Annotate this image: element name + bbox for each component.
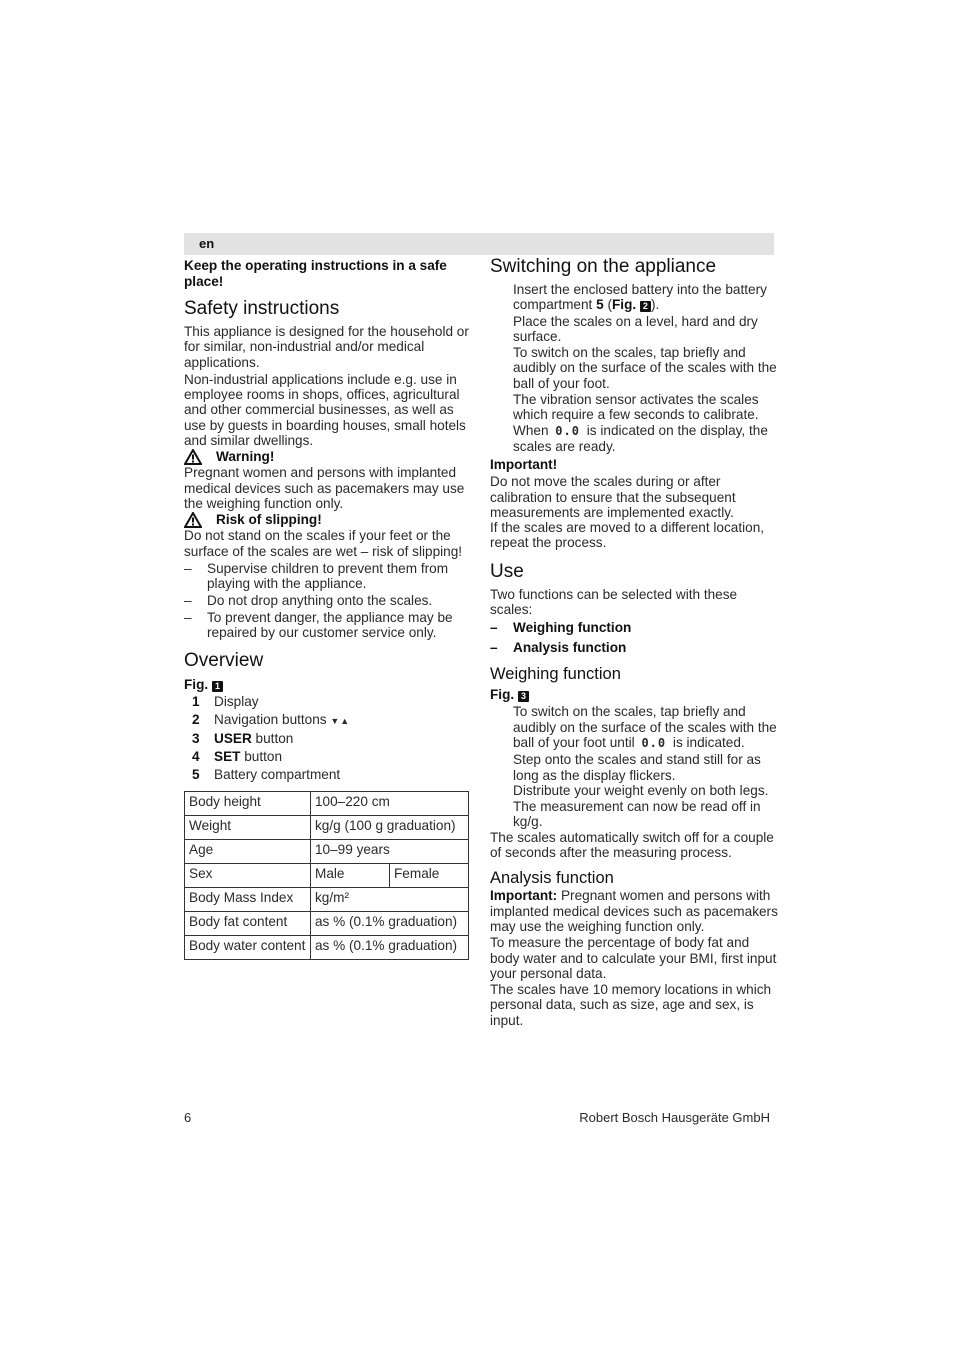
figure-reference: Fig. 1 [184, 676, 470, 693]
table-row: Sex Male Female [184, 862, 469, 888]
figure-number-badge: 3 [517, 691, 529, 703]
safety-instructions-heading: Safety instructions [184, 298, 340, 319]
list-item: 5 Battery compartment [192, 767, 341, 783]
figure-reference: Fig. 3 [490, 686, 778, 703]
figure-label: Fig. [184, 676, 209, 692]
table-row: Body water content as % (0.1% graduation… [184, 934, 469, 960]
switching-on-heading: Switching on the appliance [490, 256, 717, 277]
table-row: Body Mass Index kg/m² [184, 886, 469, 912]
list-item: To prevent danger, the appliance may be … [184, 610, 470, 641]
weighing-function-heading: Weighing function [490, 665, 621, 684]
weighing-step-2: Step onto the scales and stand still for… [513, 752, 761, 783]
list-item: 2 Navigation buttons ▼▲ [192, 711, 351, 727]
page-number: 6 [184, 1110, 192, 1125]
weighing-step-1: To switch on the scales, tap briefly and… [513, 704, 777, 750]
figure-number-badge: 2 [639, 301, 651, 313]
weighing-step-4: The measurement can now be read off in k… [513, 799, 761, 830]
figure-number-badge: 1 [211, 680, 223, 692]
analysis-para-2: The scales have 10 memory locations in w… [490, 982, 772, 1028]
warning-triangle-icon [184, 511, 202, 528]
warning-triangle-icon [184, 448, 202, 465]
slip-heading: Risk of slipping! [184, 511, 470, 528]
navigation-arrows-icon: ▼▲ [330, 715, 351, 726]
safety-para-2: Non-industrial applications include e.g.… [184, 371, 466, 449]
use-intro: Two functions can be selected with these… [490, 586, 738, 618]
safety-bullet-list: Supervise children to prevent them from … [184, 561, 470, 640]
list-item: 4 SET button [192, 749, 283, 765]
warning-heading: Warning! [184, 448, 470, 465]
table-row: Body fat content as % (0.1% graduation) [184, 910, 469, 936]
lcd-display-reading: 0.0 [641, 735, 667, 750]
table-row: Body height 100–220 cm [184, 790, 469, 816]
safety-para-1: This appliance is designed for the house… [184, 324, 469, 370]
switching-step-1: Insert the enclosed battery into the bat… [513, 282, 767, 313]
important-label: Important! [490, 457, 558, 473]
table-row: Age 10–99 years [184, 838, 469, 864]
use-heading: Use [490, 560, 524, 582]
table-row: Weight kg/g (100 g graduation) [184, 814, 469, 840]
auto-off-note: The scales automatically switch off for … [490, 829, 774, 861]
list-item: Analysis function [490, 639, 778, 657]
warning-text: Pregnant women and persons with implante… [184, 465, 465, 511]
switching-step-4: The vibration sensor activates the scale… [513, 392, 768, 454]
list-item: 3 USER button [192, 731, 294, 747]
analysis-para-1: To measure the percentage of body fat an… [490, 935, 777, 981]
overview-heading: Overview [184, 649, 264, 671]
warning-label: Warning! [216, 449, 275, 465]
language-code: en [199, 236, 215, 251]
overview-parts-list: 1 Display 2 Navigation buttons ▼▲ 3 USER bu… [184, 693, 470, 784]
list-item: Supervise children to prevent them from … [184, 561, 470, 592]
weighing-step-3: Distribute your weight evenly on both le… [513, 782, 769, 798]
important-text-1: Do not move the scales during or after c… [490, 474, 736, 520]
function-list: Weighing function Analysis function [490, 619, 778, 657]
figure-label: Fig. [490, 687, 515, 703]
company-name: Robert Bosch Hausgeräte GmbH [579, 1110, 770, 1125]
switching-step-2: Place the scales on a level, hard and dr… [513, 313, 758, 344]
specification-table: Body height 100–220 cm Weight kg/g (100 … [184, 790, 469, 960]
slip-label: Risk of slipping! [216, 512, 322, 528]
switching-step-3: To switch on the scales, tap briefly and… [513, 345, 777, 391]
list-item: Do not drop anything onto the scales. [184, 593, 470, 609]
lcd-display-reading: 0.0 [555, 423, 580, 438]
keep-instructions-note: Keep the operating instructions in a saf… [184, 258, 447, 289]
left-column: Keep the operating instructions in a saf… [184, 258, 470, 960]
analysis-function-heading: Analysis function [490, 869, 614, 888]
important-text-2: If the scales are moved to a different l… [490, 520, 765, 551]
language-bar: en [184, 233, 774, 255]
analysis-important: Important: Pregnant women and persons wi… [490, 888, 778, 934]
right-column: Switching on the appliance Insert the en… [490, 256, 778, 1028]
list-item: 1 Display [192, 693, 259, 709]
slip-text: Do not stand on the scales if your feet … [184, 528, 463, 559]
list-item: Weighing function [490, 619, 778, 637]
